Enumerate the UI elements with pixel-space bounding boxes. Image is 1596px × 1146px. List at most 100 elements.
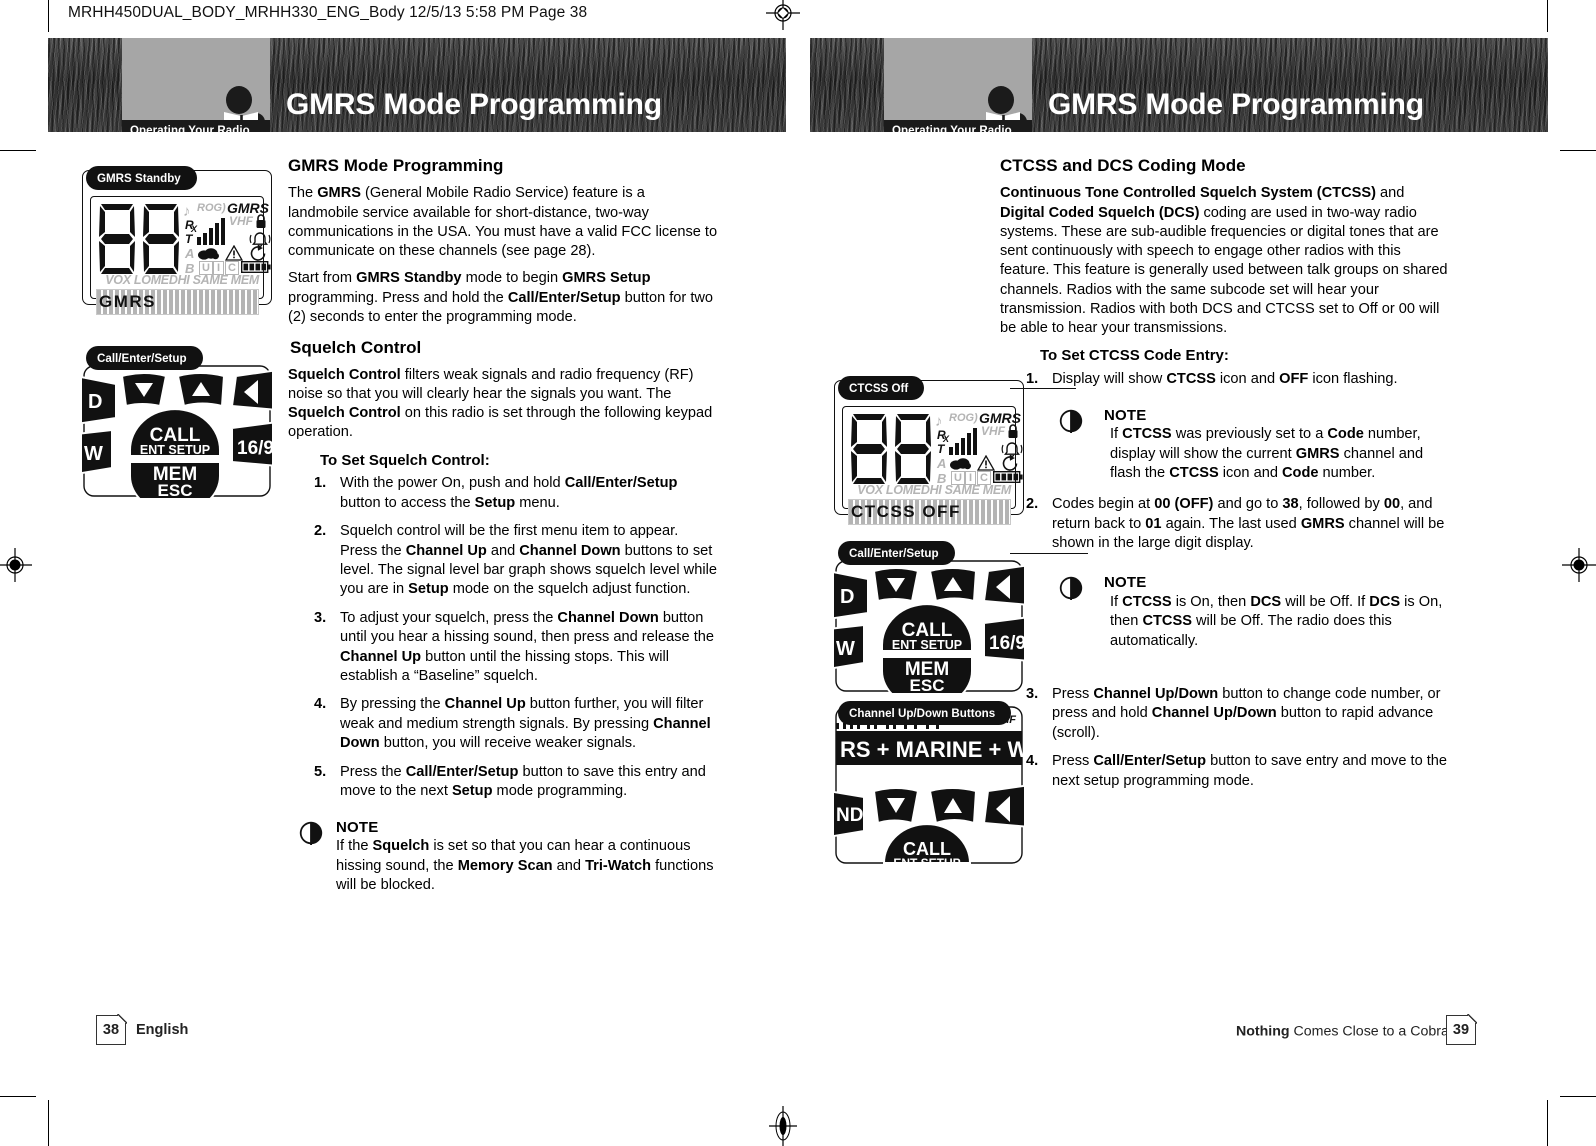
- lock-icon: [256, 214, 266, 228]
- signal-bars-icon: [949, 428, 977, 455]
- list-item: 2. Squelch control will be the first menu…: [288, 522, 718, 600]
- figure-callout-label: GMRS Standby: [97, 171, 181, 185]
- left-steps-title: To Set Squelch Control:: [320, 451, 490, 469]
- left-subsection-title: Squelch Control: [290, 338, 422, 358]
- right-note-2-title: NOTE: [1104, 574, 1147, 592]
- step-number: 5.: [314, 763, 327, 780]
- svg-text:RS + MARINE + WEAT: RS + MARINE + WEAT: [840, 737, 1024, 762]
- right-page-number: 39: [1452, 1022, 1470, 1038]
- signal-bars-icon: [197, 218, 225, 245]
- tx-indicator: T: [185, 232, 193, 246]
- svg-text:ESC: ESC: [910, 676, 945, 693]
- left-note-body: If the Squelch is set so that you can he…: [336, 838, 714, 893]
- a-indicator: A: [185, 246, 195, 261]
- note-circle-icon: [1059, 409, 1083, 433]
- figure-callout-label: Call/Enter/Setup: [97, 351, 187, 365]
- vhf-indicator: VHF: [229, 214, 253, 228]
- left-header-tab: Operating Your Radio: [122, 120, 270, 132]
- keypad-illustration: D W CALL ENT SETUP MEM ESC 16/9: [82, 350, 272, 498]
- svg-text:16/9: 16/9: [237, 438, 272, 459]
- svg-text:W: W: [84, 443, 103, 465]
- battery-icon: [241, 261, 271, 273]
- note-circle-icon: [299, 821, 323, 845]
- crop-line-left-bottom: [48, 1100, 49, 1146]
- list-item: 1. Display will show CTCSS icon and OFF …: [1000, 370, 1450, 389]
- crop-line-right-bottom: [1547, 1100, 1548, 1146]
- figure-call-enter-setup-keypad: Call/Enter/Setup D W CALL ENT SETUP MEM …: [82, 346, 272, 498]
- step-number: 3.: [314, 609, 327, 626]
- left-page-header: Operating Your Radio GMRS Mode Programmi…: [48, 38, 786, 132]
- keypad-illustration: D W CALL ENT SETUP MEM ESC 16/9: [834, 545, 1024, 693]
- figure-callout-label: Call/Enter/Setup: [849, 546, 939, 560]
- crop-line-left-lower: [0, 1096, 36, 1097]
- registration-mark-right: [1562, 548, 1596, 582]
- right-note-1-title: NOTE: [1104, 406, 1147, 424]
- figure-callout-label: Channel Up/Down Buttons: [849, 706, 996, 720]
- lcd-screen: ♪ ROG) GMRS VHF R X T A B U I C VOX LOME…: [842, 406, 1023, 525]
- step-number: 2.: [314, 523, 327, 540]
- svg-text:D: D: [88, 391, 102, 413]
- left-page-number-badge: 38: [96, 1014, 127, 1045]
- seven-segment-digits: [99, 204, 179, 274]
- right-step-2: 2. Codes begin at 00 (OFF) and go to 38,…: [1000, 495, 1450, 553]
- step-text: By pressing the Channel Up button furthe…: [340, 696, 711, 752]
- left-header-tab-label: Operating Your Radio: [130, 125, 250, 132]
- list-item: 1. With the power On, push and hold Call/…: [288, 474, 718, 513]
- left-note-block: NOTE If the Squelch is set so that you c…: [288, 818, 718, 896]
- step-text: To adjust your squelch, press the Channe…: [340, 609, 715, 685]
- cloud-icon: [198, 248, 219, 260]
- right-steps-title: To Set CTCSS Code Entry:: [1040, 347, 1229, 365]
- step-number: 4.: [1026, 753, 1039, 770]
- lcd-indicator-cluster: ♪ ROG) GMRS VHF R X T A B U I C: [183, 200, 271, 277]
- right-footer-tagline: Nothing Comes Close to a Cobra®: [1236, 1022, 1456, 1040]
- svg-text:W: W: [836, 638, 855, 660]
- registration-mark-left: [0, 548, 32, 582]
- step-text: Codes begin at 00 (OFF) and go to 38, fo…: [1052, 496, 1445, 551]
- left-section-title: GMRS Mode Programming: [288, 156, 504, 175]
- figure-ctcss-off-lcd: CTCSS Off ♪ ROG) GMRS VHF R X T A B U I …: [834, 376, 1076, 525]
- tagline-bold: Nothing: [1236, 1023, 1290, 1040]
- crop-line-right: [1547, 0, 1548, 32]
- step-text: Squelch control will be the first menu i…: [340, 523, 717, 598]
- list-item: 3. Press Channel Up/Down button to chang…: [1000, 685, 1450, 743]
- prepress-slug: MRHH450DUAL_BODY_MRHH330_ENG_Body 12/5/1…: [68, 4, 588, 21]
- warning-triangle-icon: [977, 455, 995, 471]
- a-indicator: A: [937, 456, 947, 471]
- left-footer-language: English: [136, 1022, 189, 1038]
- list-item: 3. To adjust your squelch, press the Chan…: [288, 609, 718, 687]
- rog-indicator: ROG): [197, 202, 226, 214]
- svg-text:ENT SETUP: ENT SETUP: [893, 856, 960, 865]
- tx-indicator: T: [937, 442, 945, 456]
- tagline-rest: Comes Close to a Cobra: [1289, 1023, 1449, 1040]
- step-number: 1.: [314, 475, 327, 492]
- lcd-dot-matrix-row: GMRS: [96, 289, 259, 315]
- figure-callout-ctcss-off: CTCSS Off: [838, 376, 925, 400]
- rog-indicator: ROG): [949, 412, 978, 424]
- crop-line-right-top: [1560, 150, 1596, 151]
- step-text: Press Channel Up/Down button to change c…: [1052, 685, 1441, 741]
- left-paragraph-1: The GMRS (General Mobile Radio Service) …: [288, 185, 718, 260]
- svg-text:ENT SETUP: ENT SETUP: [140, 443, 210, 457]
- list-item: 5. Press the Call/Enter/Setup button to s…: [288, 763, 718, 802]
- right-paragraph-1: Continuous Tone Controlled Squelch Syste…: [1000, 185, 1448, 337]
- right-note-1-body: If CTCSS was previously set to a Code nu…: [1110, 426, 1424, 481]
- registration-mark-top: [766, 0, 800, 30]
- figure-callout-gmrs-standby: GMRS Standby: [86, 166, 197, 190]
- note-circle-icon: [1059, 577, 1083, 601]
- figure-callout-call-enter-setup: Call/Enter/Setup: [86, 346, 203, 370]
- list-item: 4. Press Call/Enter/Setup button to save…: [1000, 752, 1450, 791]
- left-page-title: GMRS Mode Programming: [286, 88, 662, 121]
- crop-line-left: [48, 0, 49, 32]
- right-page-number-badge: 39: [1446, 1014, 1477, 1045]
- figure-gmrs-standby-lcd: GMRS Standby ♪ ROG) GMRS VHF R X T A B U…: [82, 166, 272, 315]
- step-number: 2.: [1026, 496, 1039, 513]
- right-note-block-2: NOTE If CTCSS is On, then DCS will be Of…: [1048, 573, 1450, 651]
- right-page-title: GMRS Mode Programming: [1048, 88, 1424, 121]
- right-note-2-body: If CTCSS is On, then DCS will be Off. If…: [1110, 594, 1443, 649]
- step-text: With the power On, push and hold Call/En…: [340, 475, 678, 511]
- svg-text:ESC: ESC: [158, 481, 193, 498]
- step-text: Press Call/Enter/Setup button to save en…: [1052, 753, 1448, 789]
- left-note-title: NOTE: [336, 818, 379, 836]
- lcd-status-row: VOX LOMEDHI SAME MEM: [857, 483, 1011, 497]
- svg-text:ENT SETUP: ENT SETUP: [892, 638, 962, 652]
